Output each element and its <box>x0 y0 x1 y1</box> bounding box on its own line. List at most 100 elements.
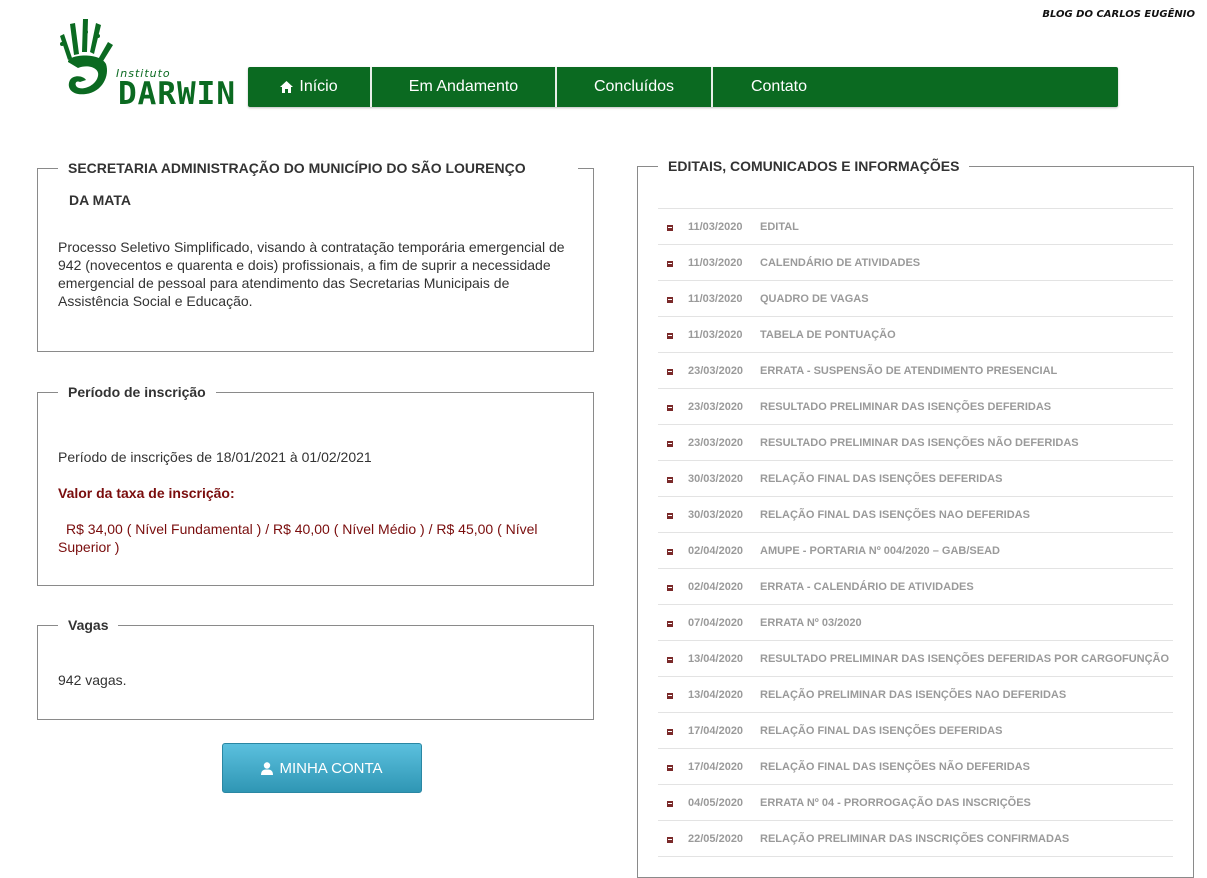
edital-date: 23/03/2020 <box>688 401 744 413</box>
edital-title: RESULTADO PRELIMINAR DAS ISENÇÕES NÃO DE… <box>760 437 1079 449</box>
edital-date: 04/05/2020 <box>688 797 744 809</box>
edital-item[interactable]: 11/03/2020 TABELA DE PONTUAÇÃO <box>658 317 1173 353</box>
edital-item[interactable]: 17/04/2020 RELAÇÃO FINAL DAS ISENÇÕES DEF… <box>658 713 1173 749</box>
edital-item[interactable]: 13/04/2020 RELAÇÃO PRELIMINAR DAS ISENÇÕE… <box>658 677 1173 713</box>
document-icon <box>667 513 673 519</box>
edital-item[interactable]: 11/03/2020 QUADRO DE VAGAS <box>658 281 1173 317</box>
edital-item[interactable]: 02/04/2020 AMUPE - PORTARIA Nº 004/2020 –… <box>658 533 1173 569</box>
nav-em-andamento-label: Em Andamento <box>408 78 519 95</box>
nav-inicio[interactable]: Início <box>248 67 372 107</box>
edital-title: CALENDÁRIO DE ATIVIDADES <box>760 257 921 269</box>
periodo-legend: Período de inscrição <box>68 384 206 400</box>
document-icon <box>667 549 673 555</box>
info-title-continued: DA MATA <box>69 192 131 208</box>
edital-item[interactable]: 17/04/2020 RELAÇÃO FINAL DAS ISENÇÕES NÃO… <box>658 749 1173 785</box>
edital-item[interactable]: 11/03/2020 EDITAL <box>658 209 1173 245</box>
document-icon <box>667 369 673 375</box>
info-title: SECRETARIA ADMINISTRAÇÃO DO MUNICÍPIO DO… <box>68 160 526 176</box>
edital-title: TABELA DE PONTUAÇÃO <box>760 329 896 341</box>
document-icon <box>667 405 673 411</box>
logo-big-text: DARWIN <box>118 76 236 112</box>
edital-title: RELAÇÃO FINAL DAS ISENÇÕES DEFERIDAS <box>760 725 1003 737</box>
edital-title: ERRATA - SUSPENSÃO DE ATENDIMENTO PRESEN… <box>760 365 1058 377</box>
edital-date: 11/03/2020 <box>688 257 743 269</box>
taxa-values: R$ 34,00 ( Nível Fundamental ) / R$ 40,0… <box>58 521 538 555</box>
edital-date: 23/03/2020 <box>688 437 744 449</box>
edital-item[interactable]: 23/03/2020 RESULTADO PRELIMINAR DAS ISENÇ… <box>658 425 1173 461</box>
edital-item[interactable]: 11/03/2020 CALENDÁRIO DE ATIVIDADES <box>658 245 1173 281</box>
document-icon <box>667 585 673 591</box>
edital-title: RELAÇÃO PRELIMINAR DAS INSCRIÇÕES CONFIR… <box>760 833 1070 845</box>
nav-em-andamento[interactable]: Em Andamento <box>372 67 557 107</box>
edital-date: 11/03/2020 <box>688 293 743 305</box>
document-icon <box>667 333 673 339</box>
nav-concluidos-label: Concluídos <box>593 78 675 95</box>
edital-title: RELAÇÃO FINAL DAS ISENÇÕES NAO DEFERIDAS <box>760 509 1030 521</box>
edital-date: 13/04/2020 <box>688 689 744 701</box>
vagas-panel: Vagas 942 vagas. <box>37 617 594 720</box>
edital-title: ERRATA Nº 04 - PRORROGAÇÃO DAS INSCRIÇÕE… <box>760 797 1031 809</box>
taxa-label: Valor da taxa de inscrição: <box>58 485 235 501</box>
edital-item[interactable]: 13/04/2020 RESULTADO PRELIMINAR DAS ISENÇ… <box>658 641 1173 677</box>
home-icon <box>280 81 294 93</box>
edital-date: 17/04/2020 <box>688 725 744 737</box>
document-icon <box>667 693 673 699</box>
edital-title: QUADRO DE VAGAS <box>760 293 869 305</box>
edital-title: ERRATA Nº 03/2020 <box>760 617 862 629</box>
edital-item[interactable]: 04/05/2020 ERRATA Nº 04 - PRORROGAÇÃO DAS… <box>658 785 1173 821</box>
periodo-panel: Período de inscrição Período de inscriçõ… <box>37 384 594 586</box>
minha-conta-label: MINHA CONTA <box>279 759 383 777</box>
document-icon <box>667 765 673 771</box>
edital-date: 23/03/2020 <box>688 365 744 377</box>
instituto-darwin-logo[interactable]: Instituto DARWIN <box>50 14 235 114</box>
document-icon <box>667 657 673 663</box>
edital-date: 11/03/2020 <box>688 221 743 233</box>
edital-title: RESULTADO PRELIMINAR DAS ISENÇÕES DEFERI… <box>760 401 1052 413</box>
document-icon <box>667 297 673 303</box>
info-panel: SECRETARIA ADMINISTRAÇÃO DO MUNICÍPIO DO… <box>37 158 594 352</box>
document-icon <box>667 477 673 483</box>
edital-item[interactable]: 30/03/2020 RELAÇÃO FINAL DAS ISENÇÕES DEF… <box>658 461 1173 497</box>
document-icon <box>667 729 673 735</box>
editais-legend: EDITAIS, COMUNICADOS E INFORMAÇÕES <box>668 158 960 174</box>
edital-title: EDITAL <box>760 221 799 233</box>
edital-item[interactable]: 02/04/2020 ERRATA - CALENDÁRIO DE ATIVIDA… <box>658 569 1173 605</box>
edital-date: 02/04/2020 <box>688 545 744 557</box>
edital-date: 17/04/2020 <box>688 761 744 773</box>
edital-title: RELAÇÃO FINAL DAS ISENÇÕES NÃO DEFERIDAS <box>760 761 1030 773</box>
document-icon <box>667 801 673 807</box>
edital-date: 02/04/2020 <box>688 581 744 593</box>
main-nav: Início Em Andamento Concluídos Contato <box>248 67 1118 107</box>
document-icon <box>667 225 673 231</box>
edital-date: 30/03/2020 <box>688 509 744 521</box>
document-icon <box>667 837 673 843</box>
edital-date: 30/03/2020 <box>688 473 744 485</box>
vagas-legend: Vagas <box>68 617 109 633</box>
edital-item[interactable]: 23/03/2020 ERRATA - SUSPENSÃO DE ATENDIME… <box>658 353 1173 389</box>
info-description: Processo Seletivo Simplificado, visando … <box>58 239 565 309</box>
edital-title: RELAÇÃO FINAL DAS ISENÇÕES DEFERIDAS <box>760 473 1003 485</box>
user-icon <box>261 761 274 775</box>
vagas-text: 942 vagas. <box>58 672 127 688</box>
editais-list: 11/03/2020 EDITAL 11/03/2020 CALENDÁRIO DE … <box>658 208 1173 857</box>
nav-inicio-label: Início <box>299 78 338 95</box>
edital-title: AMUPE - PORTARIA Nº 004/2020 – GAB/SEAD <box>760 545 1000 557</box>
edital-title: RESULTADO PRELIMINAR DAS ISENÇÕES DEFERI… <box>760 653 1170 665</box>
document-icon <box>667 441 673 447</box>
nav-contato[interactable]: Contato <box>713 67 845 107</box>
edital-date: 11/03/2020 <box>688 329 743 341</box>
edital-title: ERRATA - CALENDÁRIO DE ATIVIDADES <box>760 581 974 593</box>
nav-concluidos[interactable]: Concluídos <box>557 67 713 107</box>
edital-item[interactable]: 23/03/2020 RESULTADO PRELIMINAR DAS ISENÇ… <box>658 389 1173 425</box>
edital-item[interactable]: 30/03/2020 RELAÇÃO FINAL DAS ISENÇÕES NAO… <box>658 497 1173 533</box>
editais-panel: EDITAIS, COMUNICADOS E INFORMAÇÕES 11/03… <box>637 158 1194 878</box>
edital-item[interactable]: 22/05/2020 RELAÇÃO PRELIMINAR DAS INSCRIÇ… <box>658 821 1173 857</box>
blog-link[interactable]: BLOG DO CARLOS EUGÊNIO <box>1042 9 1195 20</box>
edital-title: RELAÇÃO PRELIMINAR DAS ISENÇÕES NAO DEFE… <box>760 689 1067 701</box>
edital-date: 13/04/2020 <box>688 653 744 665</box>
edital-item[interactable]: 07/04/2020 ERRATA Nº 03/2020 <box>658 605 1173 641</box>
minha-conta-button[interactable]: MINHA CONTA <box>222 743 422 793</box>
nav-contato-label: Contato <box>750 78 808 95</box>
edital-date: 07/04/2020 <box>688 617 744 629</box>
document-icon <box>667 621 673 627</box>
